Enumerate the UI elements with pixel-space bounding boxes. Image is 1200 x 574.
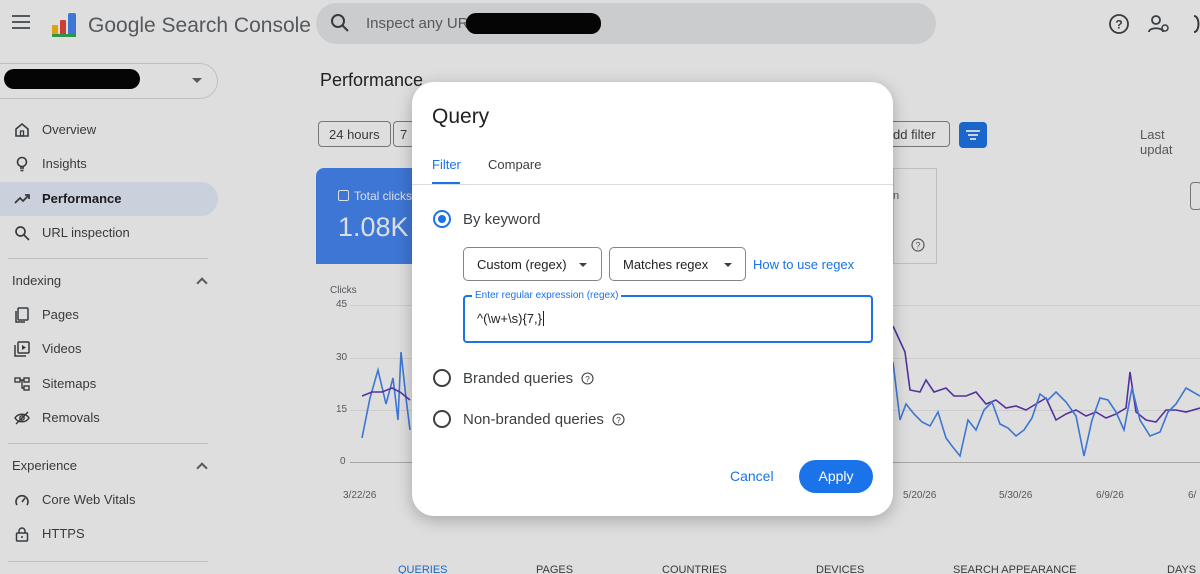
chevron-down-icon[interactable] [724, 263, 732, 267]
cancel-button[interactable]: Cancel [730, 468, 774, 484]
filter-type-value: Custom (regex) [477, 257, 567, 272]
tab-filter[interactable]: Filter [432, 157, 461, 172]
chevron-down-icon[interactable] [579, 263, 587, 267]
query-filter-dialog: Query Filter Compare By keyword Custom (… [412, 82, 893, 516]
dialog-title: Query [432, 105, 490, 128]
help-icon[interactable]: ? [581, 372, 594, 385]
match-type-value: Matches regex [623, 257, 709, 272]
tab-compare[interactable]: Compare [488, 157, 541, 172]
tab-divider [412, 184, 893, 185]
regex-input-value[interactable]: ^(\w+\s){7,} [477, 311, 544, 326]
radio-by-keyword[interactable] [433, 210, 451, 228]
radio-label-by-keyword[interactable]: By keyword [463, 211, 541, 228]
help-icon[interactable]: ? [612, 413, 625, 426]
radio-branded-queries[interactable] [433, 369, 451, 387]
text-cursor [543, 311, 544, 326]
radio-label-non-branded[interactable]: Non-branded queries [463, 411, 604, 428]
radio-label-branded[interactable]: Branded queries [463, 370, 573, 387]
radio-non-branded-queries[interactable] [433, 410, 451, 428]
how-to-use-regex-link[interactable]: How to use regex [753, 257, 854, 272]
apply-button[interactable]: Apply [799, 460, 873, 493]
svg-text:?: ? [616, 415, 621, 425]
regex-value-text: ^(\w+\s){7,} [477, 311, 542, 326]
regex-input-label: Enter regular expression (regex) [472, 290, 622, 301]
svg-text:?: ? [585, 374, 590, 384]
